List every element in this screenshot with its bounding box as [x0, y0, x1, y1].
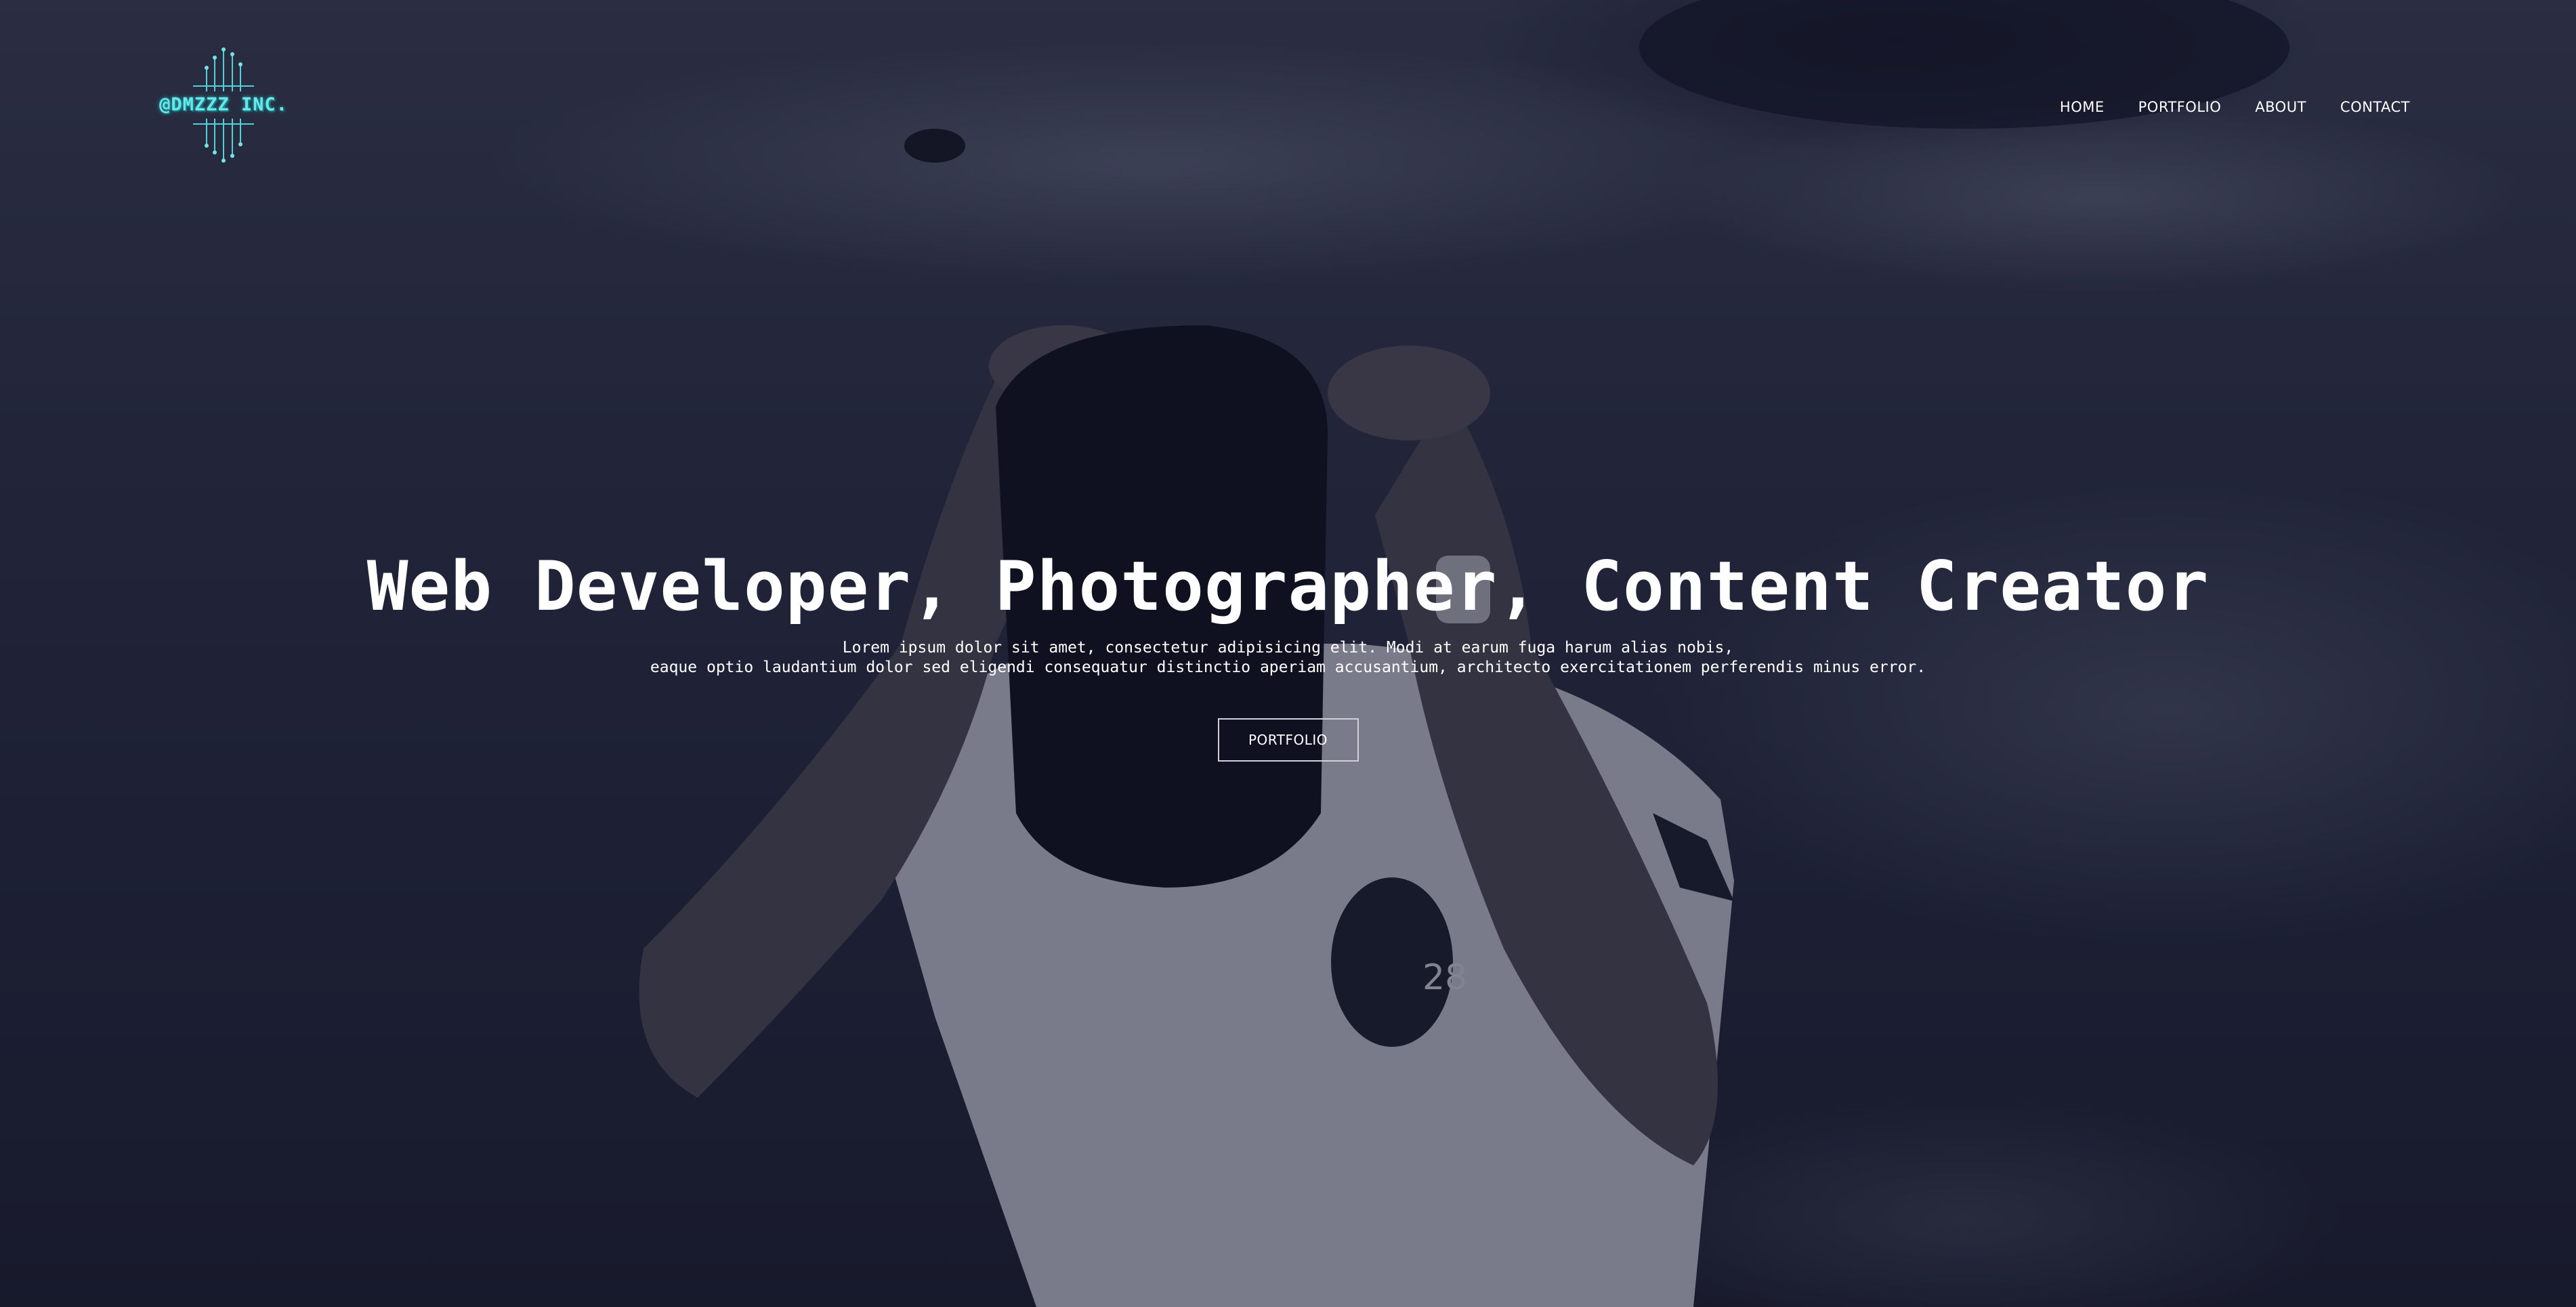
hero-subtitle-line-1: Lorem ipsum dolor sit amet, consectetur …: [842, 639, 1734, 657]
brand-logo[interactable]: @DMZZZ INC.: [152, 44, 295, 166]
main-nav: HOME PORTFOLIO ABOUT CONTACT: [2060, 99, 2410, 115]
portfolio-button[interactable]: PORTFOLIO: [1217, 718, 1359, 762]
logo-text: @DMZZZ INC.: [159, 94, 288, 115]
hero-section: 28 @DMZZZ INC. HOME PORTFOLIO ABOUT CONT…: [0, 0, 2576, 1307]
hero-content: Web Developer, Photographer, Content Cre…: [0, 542, 2576, 762]
nav-contact[interactable]: CONTACT: [2340, 99, 2410, 115]
nav-about[interactable]: ABOUT: [2255, 99, 2306, 115]
hero-subtitle-line-2: eaque optio laudantium dolor sed eligend…: [650, 659, 1926, 676]
hero-headline: Web Developer, Photographer, Content Cre…: [366, 546, 2210, 626]
hero-subtitle: Lorem ipsum dolor sit amet, consectetur …: [0, 638, 2576, 678]
nav-home[interactable]: HOME: [2060, 99, 2105, 115]
nav-portfolio[interactable]: PORTFOLIO: [2138, 99, 2222, 115]
